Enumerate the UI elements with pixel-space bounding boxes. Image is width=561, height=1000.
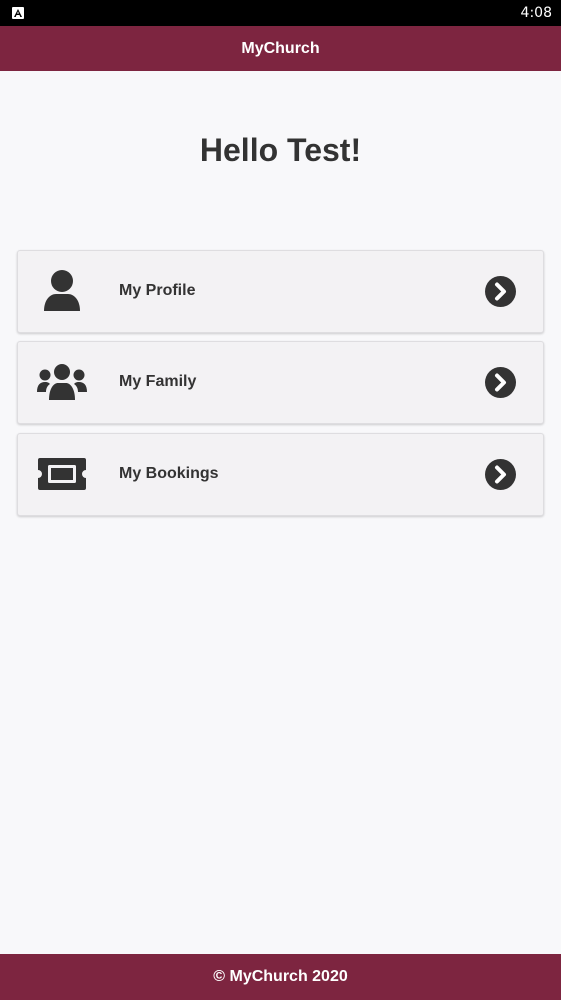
menu-item-label: My Profile — [119, 282, 196, 299]
android-a-icon — [12, 7, 24, 19]
app-title: MyChurch — [241, 40, 320, 57]
chevron-circle-right-icon[interactable] — [485, 459, 516, 490]
menu-item-label: My Family — [119, 373, 197, 390]
users-icon — [37, 364, 87, 400]
ticket-icon — [38, 458, 86, 490]
user-icon — [44, 270, 80, 311]
menu-item-label: My Bookings — [119, 465, 219, 482]
chevron-circle-right-icon[interactable] — [485, 367, 516, 398]
menu-item-my-profile[interactable]: My Profile — [17, 250, 544, 333]
chevron-circle-right-icon[interactable] — [485, 276, 516, 307]
footer-copyright: © MyChurch 2020 — [213, 968, 348, 985]
status-bar: 4:08 — [0, 0, 561, 26]
menu-item-my-family[interactable]: My Family — [17, 341, 544, 424]
app-bar: MyChurch — [0, 26, 561, 71]
status-time: 4:08 — [520, 5, 552, 21]
screen: 4:08 MyChurch Hello Test! My Profile My … — [0, 0, 561, 1000]
menu-item-my-bookings[interactable]: My Bookings — [17, 433, 544, 516]
greeting-heading: Hello Test! — [199, 132, 362, 168]
footer: © MyChurch 2020 — [0, 954, 561, 1000]
